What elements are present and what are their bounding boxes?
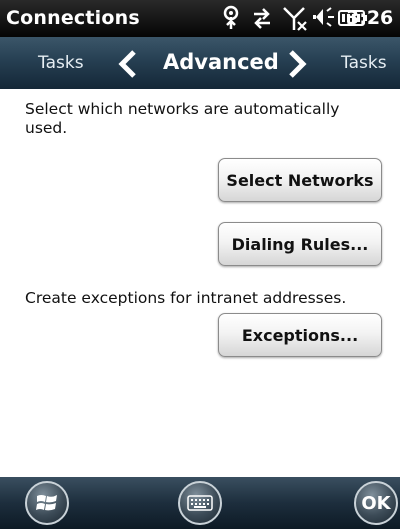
windows-start-icon	[36, 495, 57, 511]
signal-icon[interactable]	[220, 5, 242, 31]
networks-description-line1: Select which networks are automatically	[25, 100, 340, 118]
tab-next-tasks[interactable]: Tasks	[341, 53, 387, 73]
networks-description: Select which networks are automatically …	[25, 100, 339, 138]
keyboard-icon	[187, 495, 213, 511]
select-networks-button[interactable]: Select Networks	[218, 158, 382, 202]
tab-header: Tasks Advanced Tasks	[0, 37, 400, 89]
status-bar: Connections 3:26	[0, 0, 400, 37]
chevron-right-icon[interactable]	[286, 50, 308, 78]
tab-prev-tasks[interactable]: Tasks	[38, 53, 84, 73]
networks-description-line2: used.	[25, 119, 68, 137]
tab-advanced: Advanced	[163, 50, 279, 74]
volume-icon[interactable]	[311, 5, 339, 31]
exceptions-description: Create exceptions for intranet addresses…	[25, 289, 347, 307]
chevron-left-icon[interactable]	[117, 50, 139, 78]
bottom-bar: OK	[0, 477, 400, 529]
exceptions-button[interactable]: Exceptions...	[218, 313, 382, 357]
app-title: Connections	[6, 7, 140, 29]
start-button[interactable]	[25, 481, 69, 525]
clock[interactable]: 3:26	[346, 7, 393, 29]
keyboard-button[interactable]	[178, 481, 222, 525]
ok-button[interactable]: OK	[354, 481, 398, 525]
sync-icon[interactable]	[249, 5, 275, 31]
ok-label: OK	[361, 492, 391, 514]
no-signal-icon[interactable]	[282, 5, 308, 33]
dialing-rules-button[interactable]: Dialing Rules...	[218, 222, 382, 266]
